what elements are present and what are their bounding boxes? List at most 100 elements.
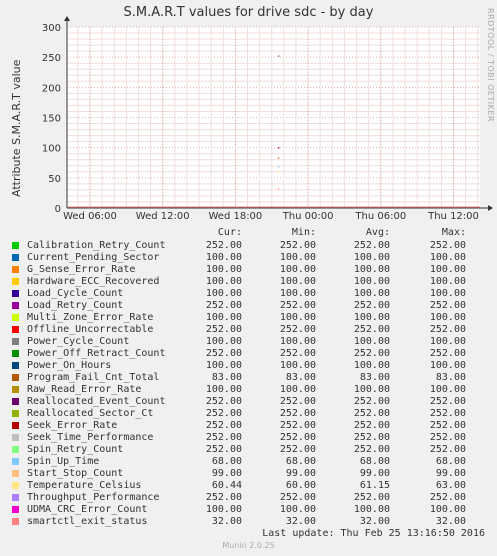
legend-swatch	[12, 470, 19, 477]
legend-min-value: 252.00	[279, 432, 316, 443]
legend-avg-value: 68.00	[359, 456, 390, 467]
legend-avg-value: 252.00	[353, 420, 390, 431]
y-tick-label: 250	[42, 53, 61, 64]
legend-avg-value: 252.00	[353, 324, 390, 335]
legend-avg-value: 100.00	[353, 504, 390, 515]
header-max: Max:	[441, 227, 466, 238]
legend-swatch	[12, 266, 19, 273]
y-tick-label: 200	[42, 83, 61, 94]
legend-min-value: 252.00	[279, 444, 316, 455]
legend-min-value: 100.00	[279, 336, 316, 347]
legend-avg-value: 252.00	[353, 240, 390, 251]
legend-cur-value: 252.00	[205, 492, 242, 503]
legend-avg-value: 100.00	[353, 288, 390, 299]
legend-max-value: 252.00	[429, 408, 466, 419]
legend-max-value: 252.00	[429, 432, 466, 443]
legend-swatch	[12, 386, 19, 393]
legend-max-value: 100.00	[429, 252, 466, 263]
legend-label: Seek_Error_Rate	[27, 420, 118, 431]
legend-min-value: 60.00	[285, 480, 316, 491]
data-point	[278, 171, 280, 173]
y-axis-arrow	[64, 16, 70, 21]
legend-label: Power_Off_Retract_Count	[27, 348, 166, 359]
legend-swatch	[12, 350, 19, 357]
legend-avg-value: 100.00	[353, 360, 390, 371]
legend-max-value: 100.00	[429, 312, 466, 323]
x-tick-label: Thu 00:00	[282, 211, 334, 222]
legend-avg-value: 100.00	[353, 264, 390, 275]
legend-label: Calibration_Retry_Count	[27, 240, 166, 251]
legend-label: Offline_Uncorrectable	[27, 324, 154, 335]
x-tick-label: Wed 18:00	[208, 211, 262, 222]
legend-max-value: 252.00	[429, 348, 466, 359]
legend-swatch	[12, 362, 19, 369]
legend-cur-value: 252.00	[205, 240, 242, 251]
legend-max-value: 83.00	[435, 372, 466, 383]
legend-swatch	[12, 398, 19, 405]
legend-avg-value: 252.00	[353, 408, 390, 419]
data-point	[278, 55, 280, 57]
legend-min-value: 100.00	[279, 264, 316, 275]
legend-cur-value: 252.00	[205, 444, 242, 455]
data-point	[278, 157, 280, 159]
legend-avg-value: 32.00	[359, 516, 390, 527]
data-point	[278, 147, 280, 149]
legend-avg-value: 83.00	[359, 372, 390, 383]
legend-cur-value: 100.00	[205, 252, 242, 263]
y-tick-label: 300	[42, 23, 61, 34]
header-cur: Cur:	[217, 227, 242, 238]
legend-label: Reallocated_Sector_Ct	[27, 408, 154, 419]
legend-label: Throughput_Performance	[27, 492, 160, 503]
legend-swatch	[12, 422, 19, 429]
legend-label: Spin_Up_Time	[27, 456, 100, 467]
legend-swatch	[12, 518, 19, 525]
legend-label: Raw_Read_Error_Rate	[27, 384, 142, 395]
legend-max-value: 100.00	[429, 336, 466, 347]
legend-swatch	[12, 242, 19, 249]
legend-swatch	[12, 482, 19, 489]
legend-label: UDMA_CRC_Error_Count	[27, 504, 148, 515]
legend-min-value: 83.00	[285, 372, 316, 383]
legend-cur-value: 252.00	[205, 300, 242, 311]
x-tick-label: Wed 06:00	[63, 211, 117, 222]
legend-swatch	[12, 458, 19, 465]
legend-avg-value: 100.00	[353, 252, 390, 263]
y-tick-label: 100	[42, 144, 61, 155]
legend-label: Seek_Time_Performance	[27, 432, 154, 443]
legend-swatch	[12, 326, 19, 333]
legend-cur-value: 100.00	[205, 264, 242, 275]
x-tick-label: Thu 06:00	[354, 211, 406, 222]
data-point	[278, 166, 280, 168]
legend-cur-value: 68.00	[211, 456, 242, 467]
legend-min-value: 252.00	[279, 324, 316, 335]
legend-swatch	[12, 434, 19, 441]
legend-cur-value: 60.44	[211, 480, 242, 491]
legend-avg-value: 100.00	[353, 384, 390, 395]
legend-cur-value: 100.00	[205, 288, 242, 299]
x-axis-arrow	[488, 205, 493, 211]
legend-min-value: 252.00	[279, 408, 316, 419]
plot-area: 0 50 100 150 200 250 300 Wed 06:00 Wed 12:00 Wed …	[42, 16, 493, 222]
legend-avg-value: 252.00	[353, 432, 390, 443]
legend-cur-value: 100.00	[205, 276, 242, 287]
header-min: Min:	[291, 227, 316, 238]
legend-max-value: 252.00	[429, 300, 466, 311]
legend-label: Spin_Retry_Count	[27, 444, 124, 455]
legend-min-value: 32.00	[285, 516, 316, 527]
legend-cur-value: 32.00	[211, 516, 242, 527]
legend-max-value: 100.00	[429, 384, 466, 395]
data-point	[278, 188, 280, 190]
legend-label: G_Sense_Error_Rate	[27, 264, 136, 275]
legend-label: Power_On_Hours	[27, 360, 112, 371]
legend-avg-value: 252.00	[353, 348, 390, 359]
legend-max-value: 100.00	[429, 264, 466, 275]
legend-label: Hardware_ECC_Recovered	[27, 276, 160, 287]
legend-max-value: 252.00	[429, 240, 466, 251]
legend-avg-value: 100.00	[353, 276, 390, 287]
legend-cur-value: 100.00	[205, 360, 242, 371]
legend-max-value: 100.00	[429, 276, 466, 287]
legend-avg-value: 99.00	[359, 468, 390, 479]
legend-avg-value: 252.00	[353, 492, 390, 503]
legend-label: Program_Fail_Cnt_Total	[27, 372, 160, 383]
legend-min-value: 252.00	[279, 300, 316, 311]
